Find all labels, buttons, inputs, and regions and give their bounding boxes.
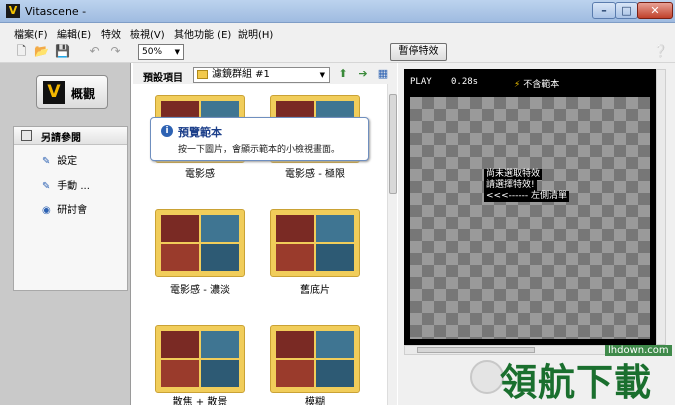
preset-scrollbar-thumb[interactable] — [389, 94, 397, 194]
no-sample-indicator: ⚡ 不含範本 — [514, 77, 559, 90]
see-also-header: 另請參閱 — [14, 127, 127, 145]
preview-tooltip: i 預覽範本 按一下圖片，會顯示範本的小檢視畫面。 — [150, 117, 369, 161]
see-also-panel: 另請參閱 ✎ 設定 ✎ 手動 ... ◉ 研討會 — [13, 126, 128, 291]
menu-file[interactable]: 檔案(F) — [14, 26, 48, 41]
grid-view-icon[interactable]: ▦ — [376, 67, 390, 81]
panel-icon — [21, 130, 32, 141]
see-also-item-label: 設定 — [57, 156, 78, 167]
preset-thumb-cinema-shade[interactable] — [155, 209, 245, 277]
undo-icon[interactable]: ↶ — [87, 44, 102, 59]
export-icon[interactable]: ➔ — [356, 67, 370, 81]
see-also-item-settings[interactable]: ✎ 設定 — [42, 152, 77, 167]
preset-header: 預設項目 濾鏡群組 #1 ▼ ⬆ ➔ ▦ — [133, 63, 397, 84]
filter-group-select[interactable]: 濾鏡群組 #1 ▼ — [193, 67, 330, 83]
tooltip-text: 按一下圖片，會顯示範本的小檢視畫面。 — [178, 145, 341, 155]
menu-view[interactable]: 檢視(V) — [130, 26, 165, 41]
save-icon[interactable]: 💾 — [55, 44, 70, 59]
open-folder-icon[interactable]: 📂 — [34, 44, 49, 59]
preview-message: <<<------ 左側清單 — [484, 191, 569, 202]
new-file-icon[interactable]: 🗋 — [14, 44, 29, 59]
info-icon: i — [161, 125, 173, 137]
play-status: PLAY — [410, 77, 432, 87]
see-also-title: 另請參閱 — [41, 133, 81, 144]
minimize-button[interactable]: – — [592, 2, 616, 19]
up-arrow-icon[interactable]: ⬆ — [336, 67, 350, 81]
preview-canvas[interactable]: PLAY 0.28s ⚡ 不含範本 尚未選取特效 請選擇特效! <<<-----… — [404, 69, 656, 345]
menu-bar: 檔案(F) 編輯(E) 特效 檢視(V) 其他功能 (E) 說明(H) — [0, 23, 675, 41]
overview-label: 概觀 — [71, 87, 96, 101]
lightning-icon: ⚡ — [514, 80, 521, 90]
menu-help[interactable]: 說明(H) — [238, 26, 273, 41]
watermark-text: 領航下載 — [500, 361, 652, 404]
help-icon[interactable]: ❔ — [653, 44, 668, 59]
title-bar: V Vitascene - – □ ✕ — [0, 0, 675, 23]
settings-icon: ✎ — [42, 156, 51, 167]
preset-thumb-blur[interactable] — [270, 325, 360, 393]
app-logo-icon: V — [6, 4, 20, 18]
see-also-item-manual[interactable]: ✎ 手動 ... — [42, 177, 90, 192]
preset-thumb-label: 電影感 — [185, 169, 215, 180]
preset-scrollbar[interactable] — [387, 84, 397, 405]
maximize-button[interactable]: □ — [615, 2, 638, 19]
see-also-item-label: 手動 ... — [57, 181, 90, 192]
zoom-value: 50% — [142, 47, 163, 57]
manual-icon: ✎ — [42, 181, 51, 192]
folder-icon — [197, 70, 208, 79]
menu-edit[interactable]: 編輯(E) — [57, 26, 91, 41]
preview-message: 尚未選取特效 — [484, 169, 543, 180]
preset-thumb-label: 散焦 + 散景 — [172, 397, 228, 405]
watermark-logo — [470, 360, 504, 394]
close-button[interactable]: ✕ — [637, 2, 673, 19]
preset-label: 預設項目 — [143, 73, 183, 84]
preset-panel: 預設項目 濾鏡群組 #1 ▼ ⬆ ➔ ▦ 電影感 電影感 - 極限 電影感 - … — [133, 63, 397, 405]
globe-icon: ◉ — [42, 205, 51, 216]
preview-vertical-scrollbar[interactable] — [656, 69, 666, 345]
preset-thumb-old-film[interactable] — [270, 209, 360, 277]
time-readout: 0.28s — [451, 77, 479, 87]
window-title: Vitascene - — [25, 5, 87, 18]
toolbar: 🗋 📂 💾 ↶ ↷ 50% ▼ 暫停特效 ❔ — [0, 41, 675, 63]
filter-group-value: 濾鏡群組 #1 — [212, 69, 270, 80]
transparency-checkerboard: 尚未選取特效 請選擇特效! <<<------ 左側清單 — [410, 97, 650, 339]
zoom-select[interactable]: 50% ▼ — [138, 44, 184, 60]
menu-other[interactable]: 其他功能 (E) — [174, 26, 231, 41]
see-also-item-workshop[interactable]: ◉ 研討會 — [42, 201, 87, 216]
preset-thumb-label: 模糊 — [305, 397, 325, 405]
preset-thumb-label: 電影感 - 濃淡 — [170, 285, 230, 296]
vitascene-logo-icon: V — [43, 81, 65, 104]
chevron-down-icon: ▼ — [174, 48, 180, 56]
pause-effect-button[interactable]: 暫停特效 — [390, 43, 447, 61]
preset-thumb-label: 舊底片 — [300, 285, 330, 296]
tooltip-title: 預覽範本 — [178, 126, 222, 139]
see-also-item-label: 研討會 — [57, 205, 88, 216]
preset-thumb-label: 電影感 - 極限 — [285, 169, 345, 180]
no-sample-label: 不含範本 — [523, 80, 560, 90]
left-panel: V 概觀 另請參閱 ✎ 設定 ✎ 手動 ... ◉ 研討會 — [0, 63, 131, 405]
chevron-down-icon: ▼ — [319, 71, 325, 79]
preview-message: 請選擇特效! — [484, 180, 537, 191]
overview-button[interactable]: V 概觀 — [36, 75, 108, 109]
preset-thumb-defocus[interactable] — [155, 325, 245, 393]
redo-icon[interactable]: ↷ — [108, 44, 123, 59]
menu-effects[interactable]: 特效 — [101, 26, 121, 41]
